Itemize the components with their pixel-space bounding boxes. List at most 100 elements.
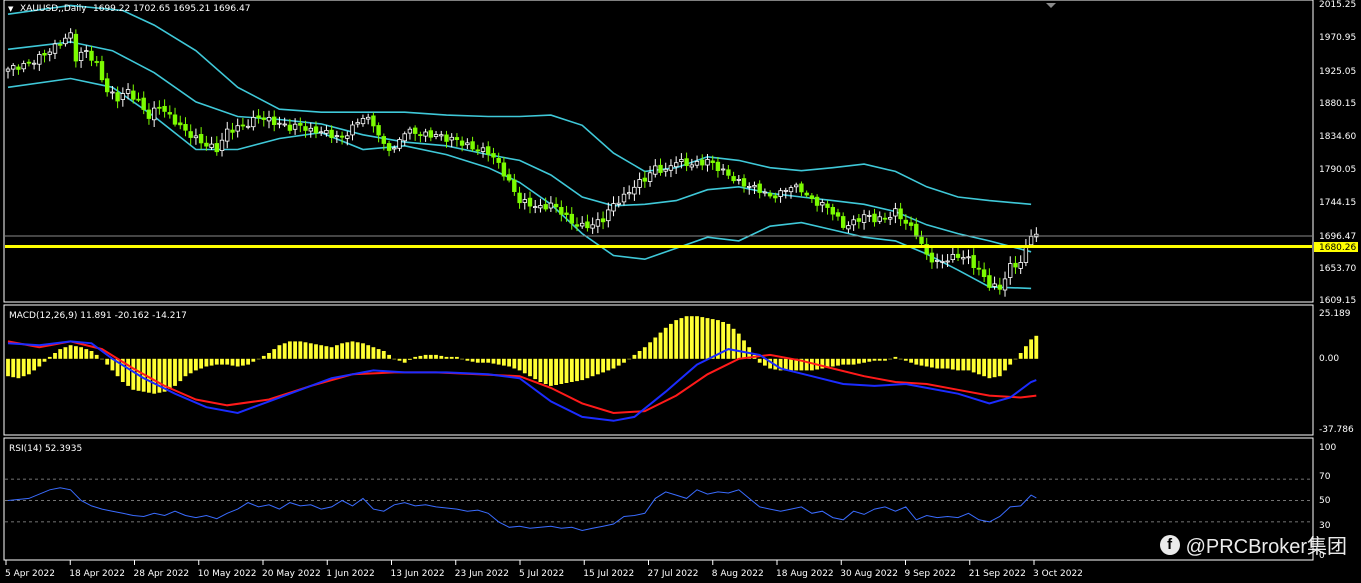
macd-tick: 0.00	[1319, 354, 1339, 364]
date-axis: 5 Apr 2022 18 Apr 2022 28 Apr 2022 10 May 2…	[5, 560, 1083, 579]
macd-histogram-bar	[225, 358, 230, 365]
chart-header: ▼ XAUUSD,,Daily 1699.22 1702.65 1695.21 …	[8, 4, 250, 14]
date-tick-label: 18 Apr 2022	[69, 569, 125, 579]
macd-histogram-bar	[710, 319, 715, 359]
macd-histogram-bar	[590, 358, 595, 377]
macd-histogram-bar	[956, 358, 960, 371]
macd-histogram-bar	[966, 358, 971, 371]
macd-histogram-bar	[89, 351, 94, 359]
macd-histogram-bar	[987, 358, 992, 379]
macd-histogram-bar	[950, 358, 955, 370]
macd-histogram-bar	[402, 358, 407, 363]
macd-histogram-bar	[992, 358, 997, 378]
macd-histogram-bar	[632, 354, 637, 359]
macd-histogram-bar	[757, 358, 762, 363]
macd-histogram-bar	[877, 358, 882, 361]
macd-histogram-bar	[1003, 358, 1007, 371]
macd-histogram-bar	[298, 341, 303, 359]
dropdown-arrow-icon[interactable]: ▼	[8, 5, 14, 13]
macd-histogram-bar	[37, 358, 42, 367]
macd-histogram-bar	[830, 358, 835, 367]
macd-histogram-bar	[455, 356, 459, 359]
macd-histogram-bar	[220, 358, 224, 365]
macd-histogram-bar	[371, 347, 376, 359]
macd-histogram-bar	[1029, 339, 1033, 359]
macd-histogram-bar	[42, 358, 47, 362]
macd-histogram-bar	[288, 341, 292, 359]
macd-histogram-bar	[131, 358, 136, 390]
macd-histogram-bar	[982, 358, 986, 377]
price-tick: 1834.60	[1319, 132, 1356, 142]
macd-histogram-bar	[627, 358, 632, 360]
macd-histogram-bar	[470, 358, 475, 362]
macd-histogram-bar	[705, 318, 710, 359]
macd-histogram-bar	[214, 358, 219, 365]
macd-histogram-bar	[554, 358, 558, 385]
macd-histogram-bar	[543, 358, 548, 384]
date-tick-label: 30 Aug 2022	[840, 569, 898, 579]
macd-histogram-bar	[100, 358, 104, 360]
macd-histogram-bar	[977, 358, 981, 375]
price-panel	[3, 0, 1314, 303]
price-tick: 1790.05	[1319, 165, 1356, 175]
macd-histogram-bar	[517, 358, 522, 371]
macd-histogram-bar	[345, 342, 350, 359]
macd-histogram-bar	[53, 353, 57, 359]
macd-histogram-bar	[867, 358, 872, 362]
macd-histogram-bar	[695, 316, 699, 359]
macd-histogram-bar	[742, 340, 746, 359]
macd-histogram-bar	[183, 358, 188, 377]
date-tick-label: 8 Aug 2022	[712, 569, 764, 579]
macd-histogram-bar	[596, 358, 600, 375]
macd-histogram-bar	[700, 317, 705, 359]
macd-histogram-bar	[851, 358, 856, 365]
price-tick: 1925.05	[1319, 67, 1356, 77]
macd-histogram-bar	[919, 358, 924, 366]
price-tick: 1744.15	[1319, 198, 1356, 208]
level-price-tag-text: 1680.26	[1319, 243, 1356, 253]
macd-histogram-bar	[241, 358, 245, 366]
macd-histogram-bar	[329, 347, 334, 359]
macd-histogram-bar	[569, 358, 574, 382]
price-tick: 1970.95	[1319, 33, 1356, 43]
macd-axis: 25.189 0.00 -37.786	[1319, 309, 1354, 435]
ohlc-label: 1699.22 1702.65 1695.21 1696.47	[93, 4, 250, 14]
macd-histogram-bar	[507, 358, 511, 367]
macd-histogram-bar	[616, 358, 621, 366]
macd-histogram-bar	[679, 318, 684, 359]
macd-histogram-bar	[857, 358, 861, 364]
macd-histogram-bar	[575, 358, 579, 382]
rsi-panel	[3, 437, 1314, 561]
macd-histogram-bar	[188, 358, 193, 374]
macd-histogram-bar	[152, 358, 157, 394]
date-tick-label: 9 Sep 2022	[905, 569, 956, 579]
macd-histogram-bar	[324, 346, 329, 359]
macd-histogram-bar	[1018, 353, 1023, 359]
macd-histogram-bar	[423, 354, 428, 359]
macd-histogram-bar	[862, 358, 866, 363]
macd-histogram-bar	[961, 358, 966, 371]
macd-histogram-bar	[381, 351, 386, 359]
date-tick-label: 23 Jun 2022	[455, 569, 509, 579]
macd-histogram-bar	[528, 358, 532, 377]
macd-histogram-bar	[387, 354, 391, 359]
macd-histogram-bar	[167, 358, 172, 389]
date-tick-label: 18 Aug 2022	[776, 569, 834, 579]
macd-histogram-bar	[841, 358, 846, 365]
price-tick: 2015.25	[1319, 0, 1356, 10]
macd-histogram-bar	[486, 358, 491, 363]
macd-histogram-bar	[731, 328, 736, 359]
macd-histogram-bar	[580, 358, 585, 381]
macd-histogram-bar	[84, 349, 89, 359]
date-tick-label: 20 May 2022	[262, 569, 321, 579]
macd-histogram-bar	[11, 358, 16, 378]
macd-histogram-bar	[475, 358, 480, 363]
macd-histogram-bar	[340, 343, 344, 359]
macd-tick: 25.189	[1319, 309, 1351, 319]
macd-histogram-bar	[413, 356, 418, 359]
rsi-tick: 100	[1319, 443, 1336, 453]
trading-chart[interactable]: 2015.25 1970.95 1925.05 1880.15 1834.60 …	[0, 0, 1361, 583]
macd-histogram-bar	[434, 354, 438, 359]
macd-histogram-bar	[392, 358, 397, 360]
macd-histogram-bar	[47, 356, 52, 359]
